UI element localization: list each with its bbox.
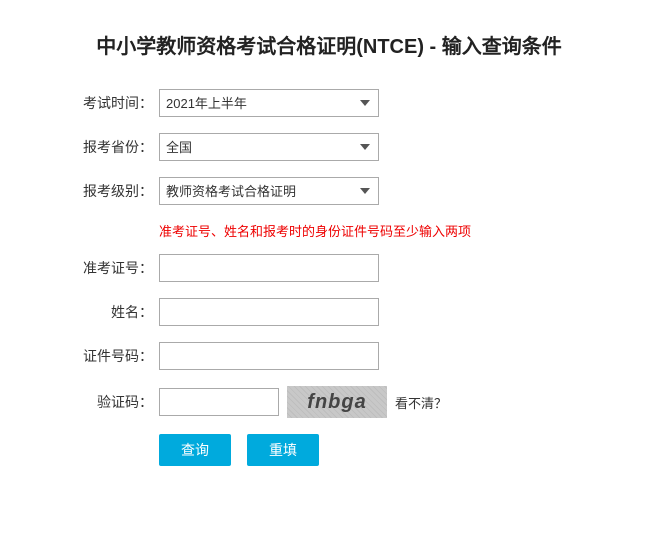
province-label: 报考省份: [69, 137, 159, 157]
name-input[interactable]: [159, 298, 379, 326]
captcha-row: 验证码 fnbga 看不清？: [69, 386, 589, 418]
exam-time-row: 考试时间 2021年上半年 2020年下半年 2020年上半年: [69, 89, 589, 117]
captcha-label: 验证码: [69, 392, 159, 412]
exam-time-label: 考试时间: [69, 93, 159, 113]
query-button[interactable]: 查询: [159, 434, 231, 466]
exam-time-select[interactable]: 2021年上半年 2020年下半年 2020年上半年: [159, 89, 379, 117]
category-row: 报考级别 教师资格考试合格证明 幼儿园 小学 初中: [69, 177, 589, 205]
captcha-input[interactable]: [159, 388, 279, 416]
button-row: 查询 重填: [159, 434, 589, 466]
province-row: 报考省份 全国 北京 上海 广东: [69, 133, 589, 161]
category-label: 报考级别: [69, 181, 159, 201]
ticket-label: 准考证号: [69, 258, 159, 278]
form-wrapper: 考试时间 2021年上半年 2020年下半年 2020年上半年 报考省份 全国 …: [69, 89, 589, 466]
category-select[interactable]: 教师资格考试合格证明 幼儿园 小学 初中: [159, 177, 379, 205]
page-container: 中小学教师资格考试合格证明(NTCE) - 输入查询条件 考试时间 2021年上…: [0, 0, 658, 544]
ticket-input[interactable]: [159, 254, 379, 282]
error-message: 准考证号、姓名和报考时的身份证件号码至少输入两项: [159, 221, 589, 240]
id-label: 证件号码: [69, 346, 159, 366]
captcha-text: fnbga: [307, 391, 366, 414]
name-label: 姓名: [69, 302, 159, 322]
province-select[interactable]: 全国 北京 上海 广东: [159, 133, 379, 161]
page-title: 中小学教师资格考试合格证明(NTCE) - 输入查询条件: [30, 30, 628, 59]
ticket-row: 准考证号: [69, 254, 589, 282]
id-input[interactable]: [159, 342, 379, 370]
id-row: 证件号码: [69, 342, 589, 370]
name-row: 姓名: [69, 298, 589, 326]
reset-button[interactable]: 重填: [247, 434, 319, 466]
captcha-refresh-link[interactable]: 看不清？: [395, 393, 447, 412]
captcha-image[interactable]: fnbga: [287, 386, 387, 418]
